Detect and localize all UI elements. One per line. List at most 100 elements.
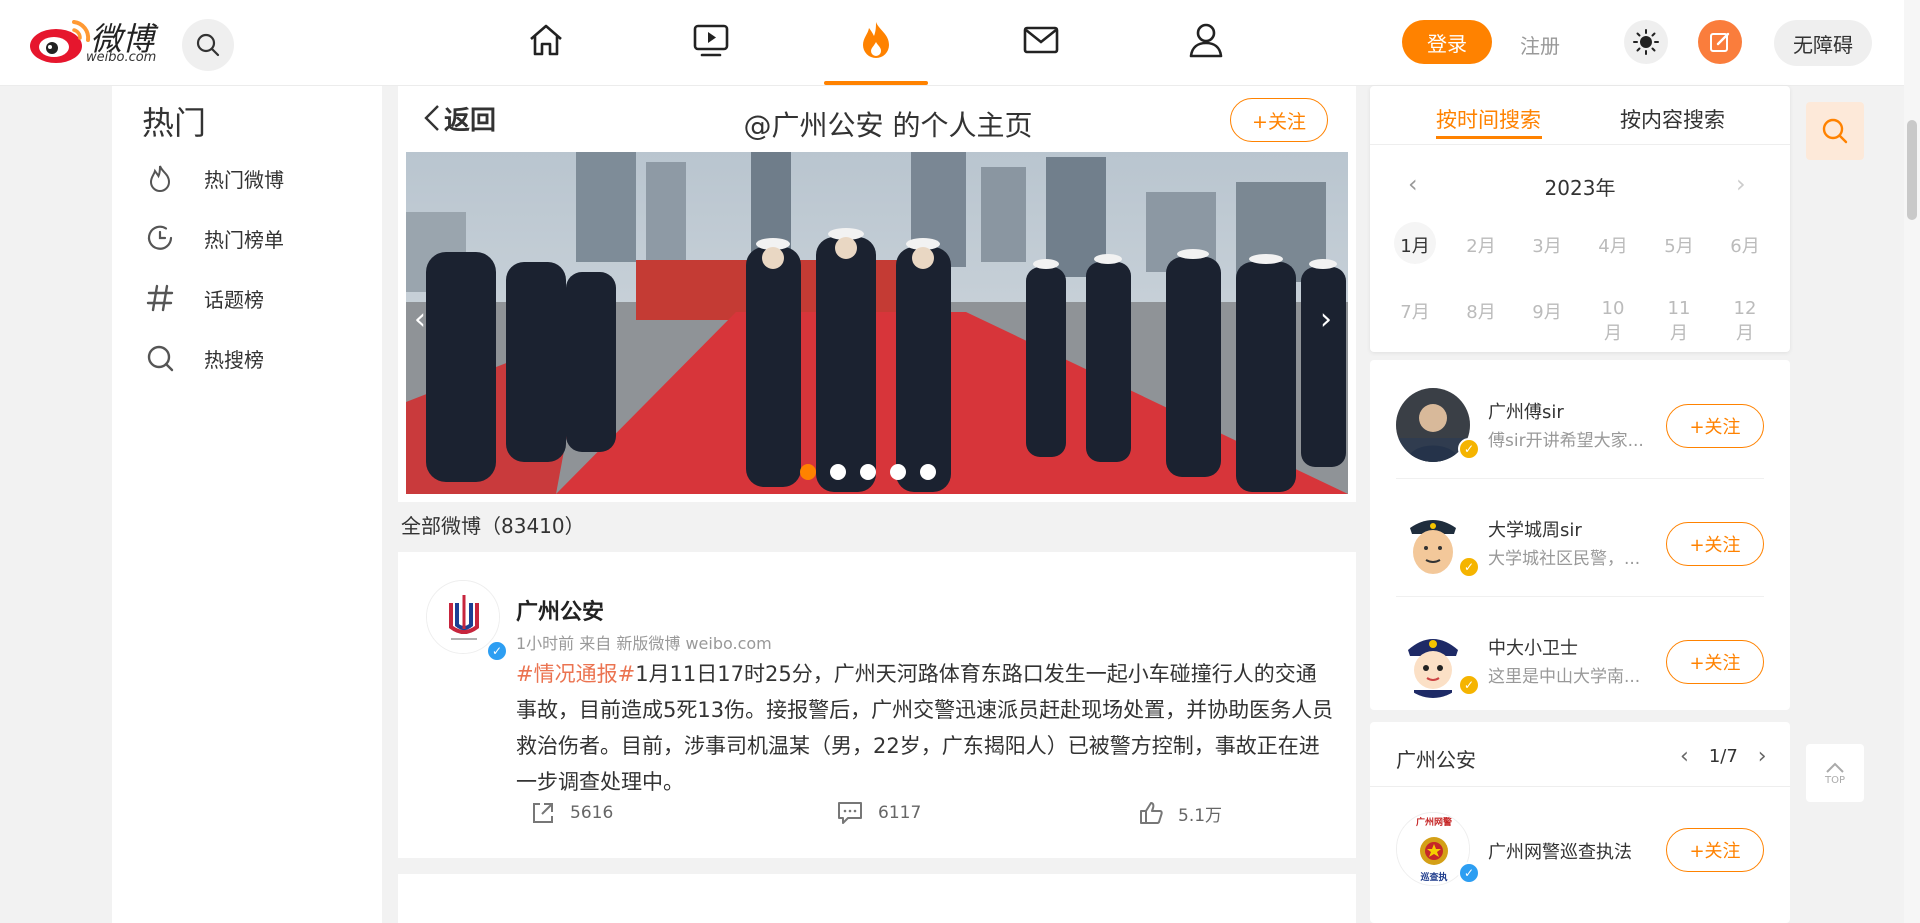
divider (1370, 786, 1790, 787)
pager-prev-icon[interactable]: ‹ (1680, 744, 1689, 769)
divider (1396, 596, 1764, 597)
verified-badge-icon: ✓ (1458, 674, 1480, 696)
sidebar-item-hot-weibo[interactable]: 热门微博 (142, 158, 284, 198)
month-jan[interactable]: 1月 (1395, 232, 1435, 258)
nav-video[interactable] (689, 18, 733, 62)
compose-button[interactable] (1698, 20, 1742, 64)
pager: ‹ 1/7 › (1680, 744, 1767, 769)
month-may: 5月 (1664, 236, 1694, 257)
page-title: @广州公安 的个人主页 (743, 109, 1033, 142)
post-meta: 1小时前 来自 新版微博 weibo.com (516, 634, 772, 653)
profile-header-card: 返回 @广州公安 的个人主页 +关注 ‹ › (398, 86, 1356, 502)
user-description: 这里是中山大学南... (1488, 667, 1641, 687)
user-name[interactable]: 广州网警巡查执法 (1488, 838, 1632, 864)
back-to-top-button[interactable]: TOP (1806, 744, 1864, 802)
sun-icon (1633, 29, 1659, 55)
nav-home[interactable] (524, 18, 568, 62)
tab-search-by-content[interactable]: 按内容搜索 (1620, 104, 1725, 134)
month-mar: 3月 (1532, 236, 1562, 257)
user-description: 傅sir开讲希望大家... (1488, 431, 1644, 451)
tab-search-by-time[interactable]: 按时间搜索 (1436, 104, 1541, 134)
comment-count: 6117 (878, 803, 922, 823)
post-actions: 5616 6117 5.1万 (398, 800, 1356, 840)
flame-icon (863, 22, 889, 58)
page-scrollbar[interactable] (1904, 0, 1920, 923)
nav-profile[interactable] (1184, 18, 1228, 62)
follow-button[interactable]: +关注 (1666, 828, 1764, 872)
carousel-dot[interactable] (800, 464, 816, 480)
like-button[interactable]: 5.1万 (1138, 800, 1222, 826)
related-accounts-panel: 广州公安 ‹ 1/7 › 广州网警 巡查执 ✓ 广州网警巡查执法 +关注 (1370, 722, 1790, 923)
thumbs-up-icon (1138, 800, 1164, 826)
follow-button[interactable]: +关注 (1666, 640, 1764, 684)
date-search-panel: 按时间搜索 按内容搜索 ‹ 2023年 › 1月 2月 3月 4月 5月 6月 … (1370, 86, 1790, 352)
comment-button[interactable]: 6117 (836, 800, 921, 826)
weibo-count-label: 全部微博（83410） (401, 514, 585, 538)
user-description: 大学城社区民警，... (1488, 549, 1641, 569)
banner-carousel[interactable]: ‹ › (406, 152, 1348, 494)
follow-button[interactable]: +关注 (1230, 98, 1328, 142)
carousel-next-icon[interactable]: › (1320, 302, 1332, 337)
search-button[interactable] (182, 19, 234, 71)
post-author-name[interactable]: 广州公安 (516, 594, 604, 626)
active-tab-indicator (1436, 136, 1542, 139)
back-label: 返回 (444, 106, 497, 136)
follow-button[interactable]: +关注 (1666, 404, 1764, 448)
follow-button[interactable]: +关注 (1666, 522, 1764, 566)
verified-badge-icon: ✓ (486, 640, 508, 662)
sidebar-item-label: 热搜榜 (204, 347, 264, 372)
month-dec: 12月 (1733, 298, 1757, 344)
flame-outline-icon (142, 160, 178, 196)
carousel-dots (800, 464, 936, 480)
user-name[interactable]: 广州傅sir (1488, 398, 1564, 424)
sidebar-title: 热门 (142, 104, 207, 142)
user-name[interactable]: 中大小卫士 (1488, 634, 1578, 660)
logo-subtext: weibo.com (86, 50, 157, 65)
floating-search-button[interactable] (1806, 102, 1864, 160)
divider (1370, 144, 1790, 145)
month-jun: 6月 (1730, 236, 1760, 257)
next-year-icon[interactable]: › (1736, 170, 1746, 198)
nav-messages[interactable] (1019, 18, 1063, 62)
login-button[interactable]: 登录 (1402, 20, 1492, 64)
theme-toggle-button[interactable] (1624, 20, 1668, 64)
sidebar-item-hot-search[interactable]: 热搜榜 (142, 338, 264, 378)
month-apr: 4月 (1598, 236, 1628, 257)
carousel-dot[interactable] (920, 464, 936, 480)
repost-button[interactable]: 5616 (530, 800, 613, 826)
related-title: 广州公安 (1396, 748, 1476, 772)
like-count: 5.1万 (1178, 805, 1223, 826)
weibo-post: ✓ 广州公安 1小时前 来自 新版微博 weibo.com #情况通报#1月11… (398, 552, 1356, 858)
weibo-post-next (398, 874, 1356, 923)
chevron-left-icon (424, 104, 439, 131)
carousel-dot[interactable] (860, 464, 876, 480)
register-link[interactable]: 注册 (1520, 30, 1560, 59)
accessibility-button[interactable]: 无障碍 (1774, 20, 1872, 66)
active-tab-indicator (824, 81, 928, 85)
carousel-dot[interactable] (830, 464, 846, 480)
edit-icon (1710, 32, 1730, 52)
topic-tag-link[interactable]: #情况通报# (516, 662, 635, 686)
pager-next-icon[interactable]: › (1758, 744, 1767, 769)
sidebar-item-topics[interactable]: 话题榜 (142, 278, 264, 318)
clock-icon (142, 220, 178, 256)
carousel-dot[interactable] (890, 464, 906, 480)
month-aug: 8月 (1466, 302, 1496, 323)
top-label: TOP (1824, 774, 1845, 786)
search-icon (142, 340, 178, 376)
home-icon (530, 24, 562, 56)
comment-icon (836, 800, 864, 826)
user-name[interactable]: 大学城周sir (1488, 516, 1582, 542)
search-icon (196, 33, 220, 57)
recommended-user: ✓ 广州傅sir 傅sir开讲希望大家... +关注 (1396, 370, 1766, 480)
recommended-users-panel: ✓ 广州傅sir 傅sir开讲希望大家... +关注 ✓ 大学城周sir 大学城… (1370, 360, 1790, 710)
nav-hot[interactable] (854, 18, 898, 62)
user-icon (1189, 23, 1223, 58)
left-sidebar: 热门 热门微博 热门榜单 话题榜 热搜榜 (112, 86, 382, 923)
repost-count: 5616 (570, 803, 614, 823)
sidebar-item-hot-list[interactable]: 热门榜单 (142, 218, 284, 258)
carousel-prev-icon[interactable]: ‹ (414, 302, 426, 337)
share-icon (530, 800, 556, 826)
back-button[interactable]: 返回 (422, 100, 496, 137)
scrollbar-thumb[interactable] (1907, 120, 1917, 220)
